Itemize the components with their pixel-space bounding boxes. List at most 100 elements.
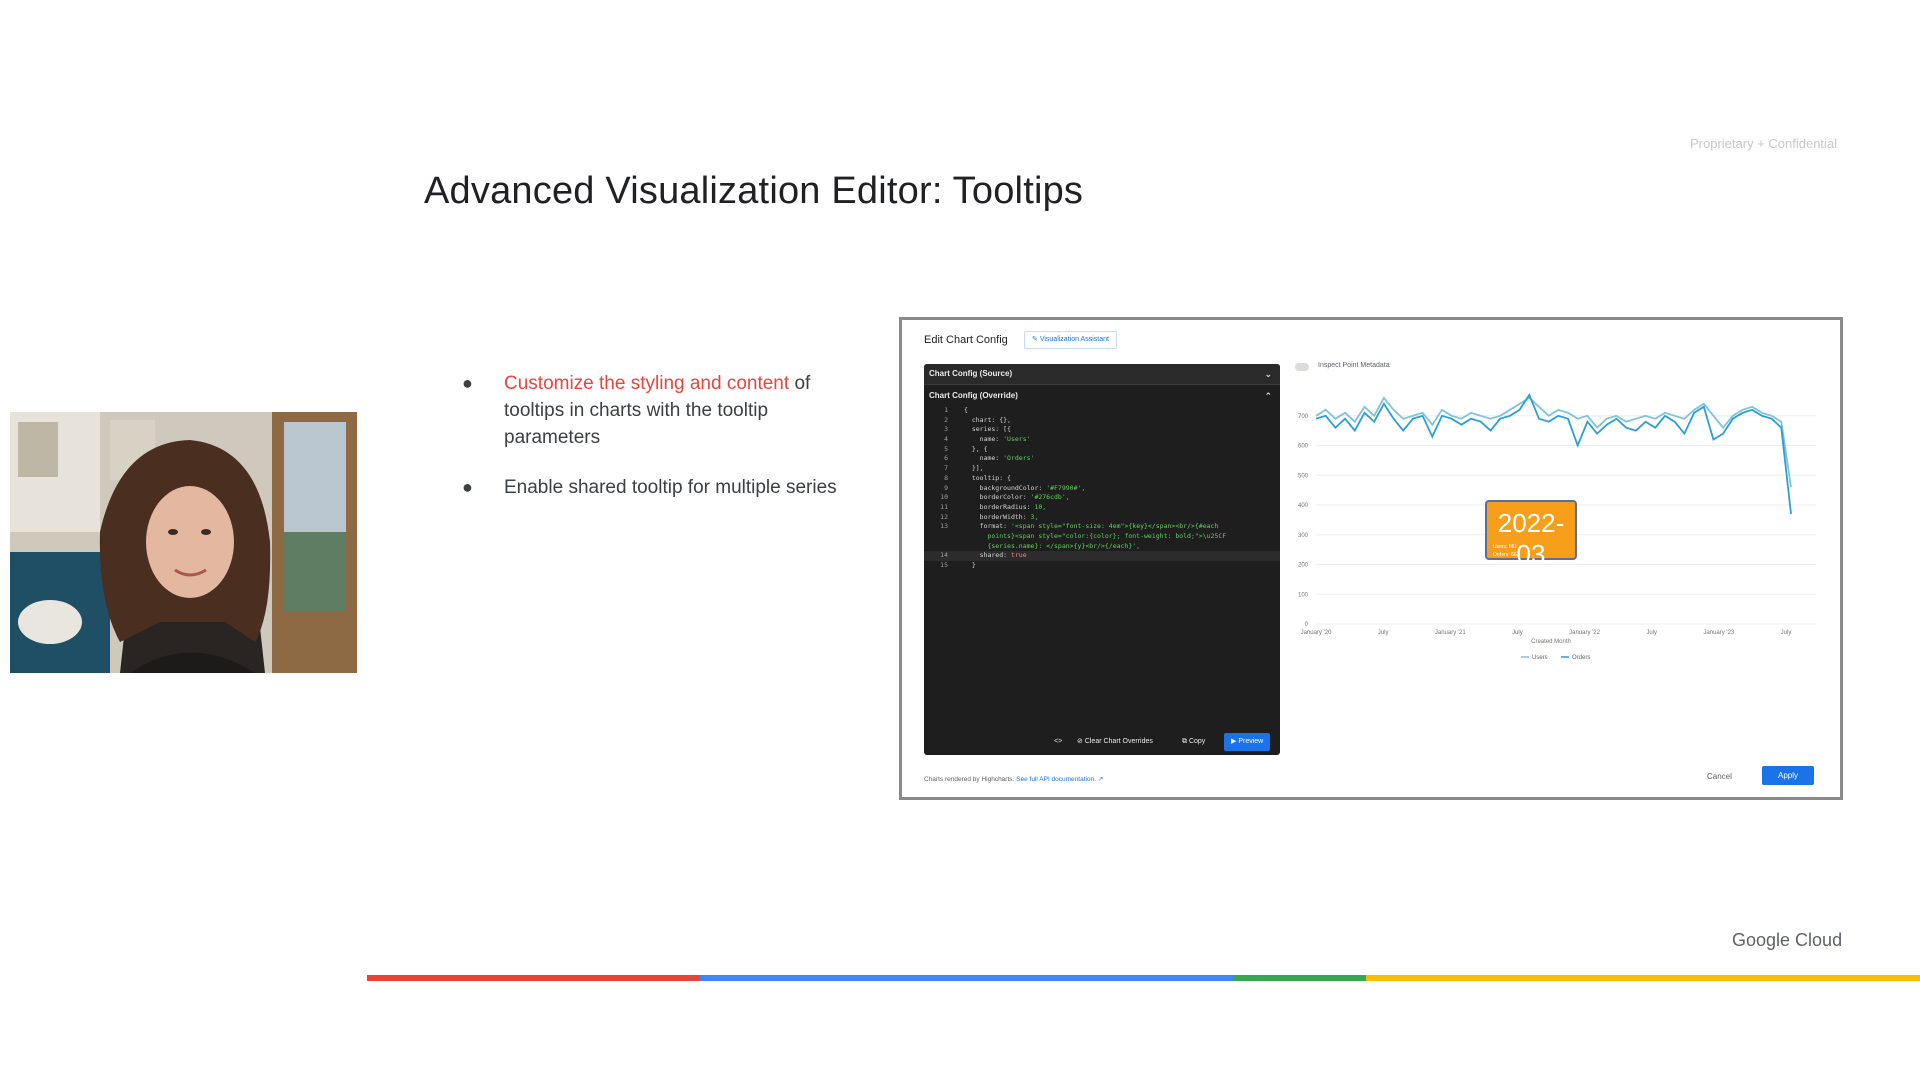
tooltip-key: 2022-03 (1497, 508, 1565, 569)
code-editor[interactable]: 1{2 chart: {}, 3 series: [{4 name: 'Users… (924, 406, 1280, 571)
bullet-rest: Enable shared tooltip for multiple serie… (504, 477, 837, 498)
cancel-button[interactable]: Cancel (1707, 772, 1732, 781)
bullet-text: Customize the styling and content of too… (504, 370, 844, 451)
code-line: 12 borderWidth: 3, (924, 513, 1280, 523)
line-number: 1 (944, 406, 948, 414)
code-text: format: '<span style="font-size: 4em">{k… (964, 522, 1219, 531)
source-config-header[interactable]: Chart Config (Source) ⌄ (924, 364, 1280, 385)
brand-color-bar (367, 975, 1920, 981)
footer-note: Charts rendered by Highcharts. See full … (924, 775, 1103, 783)
code-text: } (964, 561, 976, 569)
code-line: 3 series: [{ (924, 425, 1280, 435)
code-text: shared: true (964, 551, 1027, 560)
x-tick-label: July (1781, 630, 1792, 636)
inspect-toggle[interactable] (1295, 363, 1309, 371)
api-docs-link[interactable]: See full API documentation. (1016, 776, 1096, 783)
code-text: { (964, 406, 968, 414)
external-link-icon: ↗ (1097, 776, 1104, 783)
y-tick-label: 400 (1298, 503, 1309, 509)
line-number: 8 (944, 473, 948, 482)
override-header-label: Chart Config (Override) (929, 391, 1018, 400)
code-line: 7 }], (924, 464, 1280, 474)
visualization-assistant-label: Visualization Assistant (1039, 336, 1109, 343)
series-line (1315, 396, 1792, 488)
source-header-label: Chart Config (Source) (929, 369, 1013, 378)
code-line: 13 format: '<span style="font-size: 4em"… (924, 522, 1280, 532)
line-number: 4 (944, 435, 948, 444)
code-text: series: [{ (964, 425, 1011, 434)
legend-label: Users (1532, 655, 1548, 661)
tooltip-row: Users: 661 (1493, 544, 1518, 550)
x-axis-label: Created Month (1531, 639, 1571, 645)
chart-tooltip: 2022-03 Users: 661 Orders: 663 (1485, 500, 1577, 569)
bullet-dot-icon: ● (462, 477, 473, 497)
google-cloud-logo: Google Cloud (1732, 930, 1843, 950)
code-panel: Chart Config (Source) ⌄ Chart Config (Ove… (924, 364, 1280, 755)
legend-label: Orders (1572, 655, 1590, 661)
preview-label: Preview (1238, 738, 1264, 745)
clear-overrides-button[interactable]: ⊘ Clear Chart Overrides (1077, 733, 1153, 751)
x-tick-label: January '21 (1435, 630, 1466, 636)
line-number: 10 (940, 493, 948, 502)
preview-button[interactable]: ▶ Preview (1224, 733, 1271, 751)
code-line: 6 name: 'Orders' (924, 454, 1280, 464)
line-number: 15 (940, 561, 948, 569)
code-line: 10 borderColor: '#276cdb', (924, 493, 1280, 503)
clear-icon: ⊘ (1077, 738, 1085, 745)
brand-bar-segment (700, 975, 1233, 981)
code-text: name: 'Users' (964, 435, 1031, 444)
y-tick-label: 500 (1298, 473, 1309, 479)
y-tick-label: 600 (1298, 444, 1309, 450)
line-number: 9 (944, 483, 948, 492)
brand-bar-segment (367, 975, 700, 981)
line-number: 11 (940, 502, 948, 511)
x-tick-label: January '20 (1301, 630, 1332, 636)
bullet-highlight: Customize the styling and content (504, 373, 790, 394)
y-tick-label: 200 (1298, 563, 1309, 569)
line-number: 13 (940, 522, 948, 531)
visualization-assistant-button[interactable]: ✎ Visualization Assistant (1024, 331, 1117, 349)
code-toolbar: <> ⊘ Clear Chart Overrides ⧉ Copy ▶ Prev… (924, 733, 1280, 751)
code-toggle-button[interactable]: <> (1054, 733, 1062, 751)
y-tick-label: 0 (1305, 622, 1309, 628)
code-line: 2 chart: {}, (924, 416, 1280, 426)
code-line: 11 borderRadius: 10, (924, 503, 1280, 513)
brand-bar-segment (1366, 975, 1920, 981)
presenter-webcam (10, 412, 357, 673)
editor-title: Edit Chart Config (924, 334, 1008, 346)
chevron-up-icon: ⌃ (1264, 391, 1272, 401)
line-number: 14 (940, 551, 948, 560)
code-text: name: 'Orders' (964, 454, 1035, 463)
clear-label: Clear Chart Overrides (1084, 738, 1153, 745)
code-text: backgroundColor: '#F7990#', (964, 483, 1086, 492)
y-tick-label: 700 (1298, 414, 1309, 420)
apply-button[interactable]: Apply (1762, 766, 1814, 785)
code-text: chart: {}, (964, 415, 1011, 424)
code-line: 15 } (924, 561, 1280, 571)
line-number: 2 (944, 415, 948, 424)
code-line: {series.name}: </span>{y}<br/>{/each}', (924, 542, 1280, 552)
brand-bar-segment (1233, 975, 1366, 981)
x-tick-label: January '23 (1703, 630, 1734, 636)
override-config-header[interactable]: Chart Config (Override) ⌃ (924, 386, 1280, 406)
code-text: }, { (964, 444, 988, 453)
line-number: 6 (944, 454, 948, 463)
code-line: 8 tooltip: { (924, 474, 1280, 484)
x-tick-label: July (1378, 630, 1389, 636)
code-line: 14 shared: true (924, 551, 1280, 561)
copy-icon: ⧉ (1182, 738, 1189, 745)
y-tick-label: 100 (1298, 592, 1309, 598)
code-text: {series.name}: </span>{y}<br/>{/each}', (964, 541, 1141, 550)
footer-text: Charts rendered by Highcharts. (924, 776, 1015, 783)
code-line: 4 name: 'Users' (924, 435, 1280, 445)
line-number: 7 (944, 464, 948, 473)
code-text: borderWidth: 3, (964, 512, 1039, 521)
slide-title: Advanced Visualization Editor: Tooltips (424, 170, 1084, 212)
code-text: borderColor: '#276cdb', (964, 493, 1070, 502)
copy-button[interactable]: ⧉ Copy (1182, 733, 1205, 751)
code-text: }], (964, 464, 984, 473)
editor-screenshot: Edit Chart Config ✎ Visualization Assist… (899, 317, 1843, 800)
tooltip-row: Orders: 663 (1493, 552, 1520, 558)
line-number: 3 (944, 425, 948, 434)
code-line: 5 }, { (924, 445, 1280, 455)
